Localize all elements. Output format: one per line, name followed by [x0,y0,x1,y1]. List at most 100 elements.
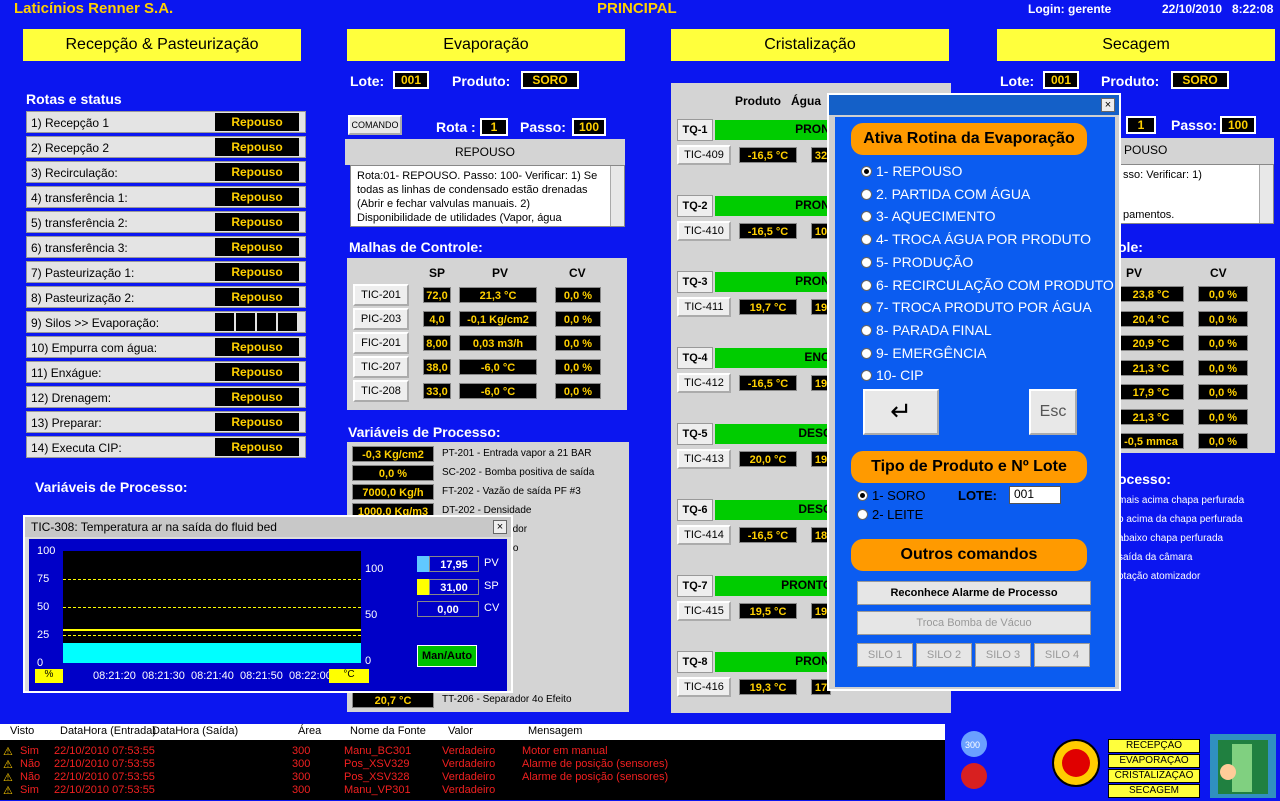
tank-temp: -16,5 °C [739,147,797,163]
route-label: 2) Recepção 2 [31,141,110,155]
tank-tic-button[interactable]: TIC-410 [677,221,731,241]
routine-option[interactable]: 1- REPOUSO [861,163,962,179]
silo-button[interactable]: SILO 3 [975,643,1031,667]
route-status: Repouso [215,288,299,306]
alarm-row[interactable]: ⚠ Não 22/10/2010 07:53:55 300 Pos_XSV329 Verd… [0,757,945,771]
esc-button[interactable]: Esc [1029,389,1077,435]
troca-bomba-button[interactable]: Troca Bomba de Vácuo [857,611,1091,635]
sec-pv: 21,3 °C [1118,359,1184,376]
radio-icon[interactable] [861,279,872,291]
routine-option[interactable]: 8- PARADA FINAL [861,322,992,338]
routine-option[interactable]: 5- PRODUÇÃO [861,254,973,270]
section-recepcao[interactable]: Recepção & Pasteurização [23,29,301,61]
routine-option[interactable]: 10- CIP [861,367,923,383]
close-icon[interactable]: × [493,520,507,534]
section-secagem[interactable]: Secagem [997,29,1275,61]
radio-icon[interactable] [861,370,872,382]
svg-text:300: 300 [965,740,980,750]
pv-value: 17,95 [429,556,479,572]
loop-tag-button[interactable]: PIC-203 [353,308,409,330]
loop-tag-button[interactable]: TIC-207 [353,356,409,378]
radio-icon[interactable] [857,490,868,501]
routine-option[interactable]: 3- AQUECIMENTO [861,208,996,224]
scrollbar[interactable] [1259,165,1273,223]
routine-option[interactable]: 2. PARTIDA COM ÁGUA [861,186,1030,202]
loop-col-header: CV [569,266,586,280]
routine-option[interactable]: 7- TROCA PRODUTO POR ÁGUA [861,299,1092,315]
routine-option-label: 2. PARTIDA COM ÁGUA [876,185,1031,202]
close-icon[interactable]: × [1101,98,1115,112]
radio-icon[interactable] [861,211,872,223]
enter-icon[interactable]: ↵ [863,389,939,435]
routine-option-label: 9- EMERGÊNCIA [876,344,987,361]
tank-tic-button[interactable]: TIC-411 [677,297,731,317]
sec-produto: SORO [1171,71,1229,89]
sec-cv: 0,0 % [1198,408,1248,425]
alarm-reset-button[interactable] [1052,739,1100,787]
reconhece-alarme-button[interactable]: Reconhece Alarme de Processo [857,581,1091,605]
silo-button[interactable]: SILO 4 [1034,643,1090,667]
loop-col-header: PV [492,266,509,280]
radio-icon[interactable] [861,166,872,177]
sec-step-text-1: sso: Verificar: 1) [1123,169,1202,181]
radio-icon[interactable] [861,302,872,314]
man-auto-button[interactable]: Man/Auto [417,645,477,667]
tank-tic-button[interactable]: TIC-409 [677,145,731,165]
tank-tic-button[interactable]: TIC-416 [677,677,731,697]
nav-button[interactable]: RECEPÇÃO [1108,739,1200,753]
loop-sp: 38,0 [423,359,451,375]
tank-tic-button[interactable]: TIC-412 [677,373,731,393]
nav-button[interactable]: EVAPORAÇÃO [1108,754,1200,768]
comando-button[interactable]: COMANDO [348,115,402,135]
product-option[interactable]: 2- LEITE [857,507,923,522]
nav-button[interactable]: CRISTALIZAÇÃO [1108,769,1200,783]
trend-unit-right: °C [329,669,369,683]
sec-var-desc: mais acima chapa perfurada [1118,495,1245,506]
exit-icon[interactable] [1210,734,1276,798]
nav-button[interactable]: SECAGEM [1108,784,1200,798]
alarm-row[interactable]: ⚠ Sim 22/10/2010 07:53:55 300 Manu_VP301 Verd… [0,783,945,797]
routine-option-label: 1- REPOUSO [876,163,963,179]
silo-button[interactable]: SILO 2 [916,643,972,667]
trend-window: TIC-308: Temperatura ar na saída do flui… [23,515,513,693]
tank-tic-button[interactable]: TIC-415 [677,601,731,621]
loop-tag-button[interactable]: TIC-208 [353,380,409,402]
tank-tic-button[interactable]: TIC-413 [677,449,731,469]
lote-input[interactable]: 001 [1009,486,1061,504]
tank-tic-button[interactable]: TIC-414 [677,525,731,545]
radio-icon[interactable] [857,509,868,520]
radio-icon[interactable] [861,234,872,246]
routine-option[interactable]: 9- EMERGÊNCIA [861,345,986,361]
process-var-value: 7000,0 Kg/h [352,483,434,500]
route-status: Repouso [215,413,299,431]
radio-icon[interactable] [861,347,872,359]
radio-icon[interactable] [861,324,872,336]
alarm-cell: 22/10/2010 07:53:55 [54,758,155,770]
alarm-row[interactable]: ⚠ Não 22/10/2010 07:53:55 300 Pos_XSV328 Verd… [0,770,945,784]
section-evaporacao[interactable]: Evaporação [347,29,625,61]
routine-option[interactable]: 6- RECIRCULAÇÃO COM PRODUTO [861,277,1114,293]
scrollbar[interactable] [610,166,624,226]
loop-tag-button[interactable]: TIC-201 [353,284,409,306]
trend-x-tick: 08:21:50 [240,670,283,682]
product-option[interactable]: 1- SORO [857,488,925,503]
silo-button[interactable]: SILO 1 [857,643,913,667]
section-cristalizacao[interactable]: Cristalização [671,29,949,61]
tank-temp: 19,5 °C [739,603,797,619]
sec-var-desc: otação atomizador [1118,571,1201,582]
trend-area: 100 75 50 25 0 100 50 0 08:21:20 08:21:30 08:21:40… [29,539,507,691]
radio-icon[interactable] [861,256,872,268]
routine-option[interactable]: 4- TROCA ÁGUA POR PRODUTO [861,231,1091,247]
pv-area [63,643,361,663]
trend-y2-tick: 100 [365,563,384,575]
sec-rota: 1 [1126,116,1156,134]
route-label: 11) Enxágue: [31,366,102,380]
radio-icon[interactable] [861,188,872,200]
evap-step-text-box[interactable]: Rota:01- REPOUSO. Passo: 100- Verificar:… [350,165,625,227]
loop-tag-button[interactable]: FIC-201 [353,332,409,354]
route-status: Repouso [215,213,299,231]
siren-icon[interactable]: 300 [954,728,992,794]
sec-step-text-box[interactable]: sso: Verificar: 1) pamentos. [1118,164,1274,224]
alarm-cell: Alarme de posição (sensores) [522,771,669,783]
alarm-row[interactable]: ⚠ Sim 22/10/2010 07:53:55 300 Manu_BC301 Verd… [0,744,945,758]
